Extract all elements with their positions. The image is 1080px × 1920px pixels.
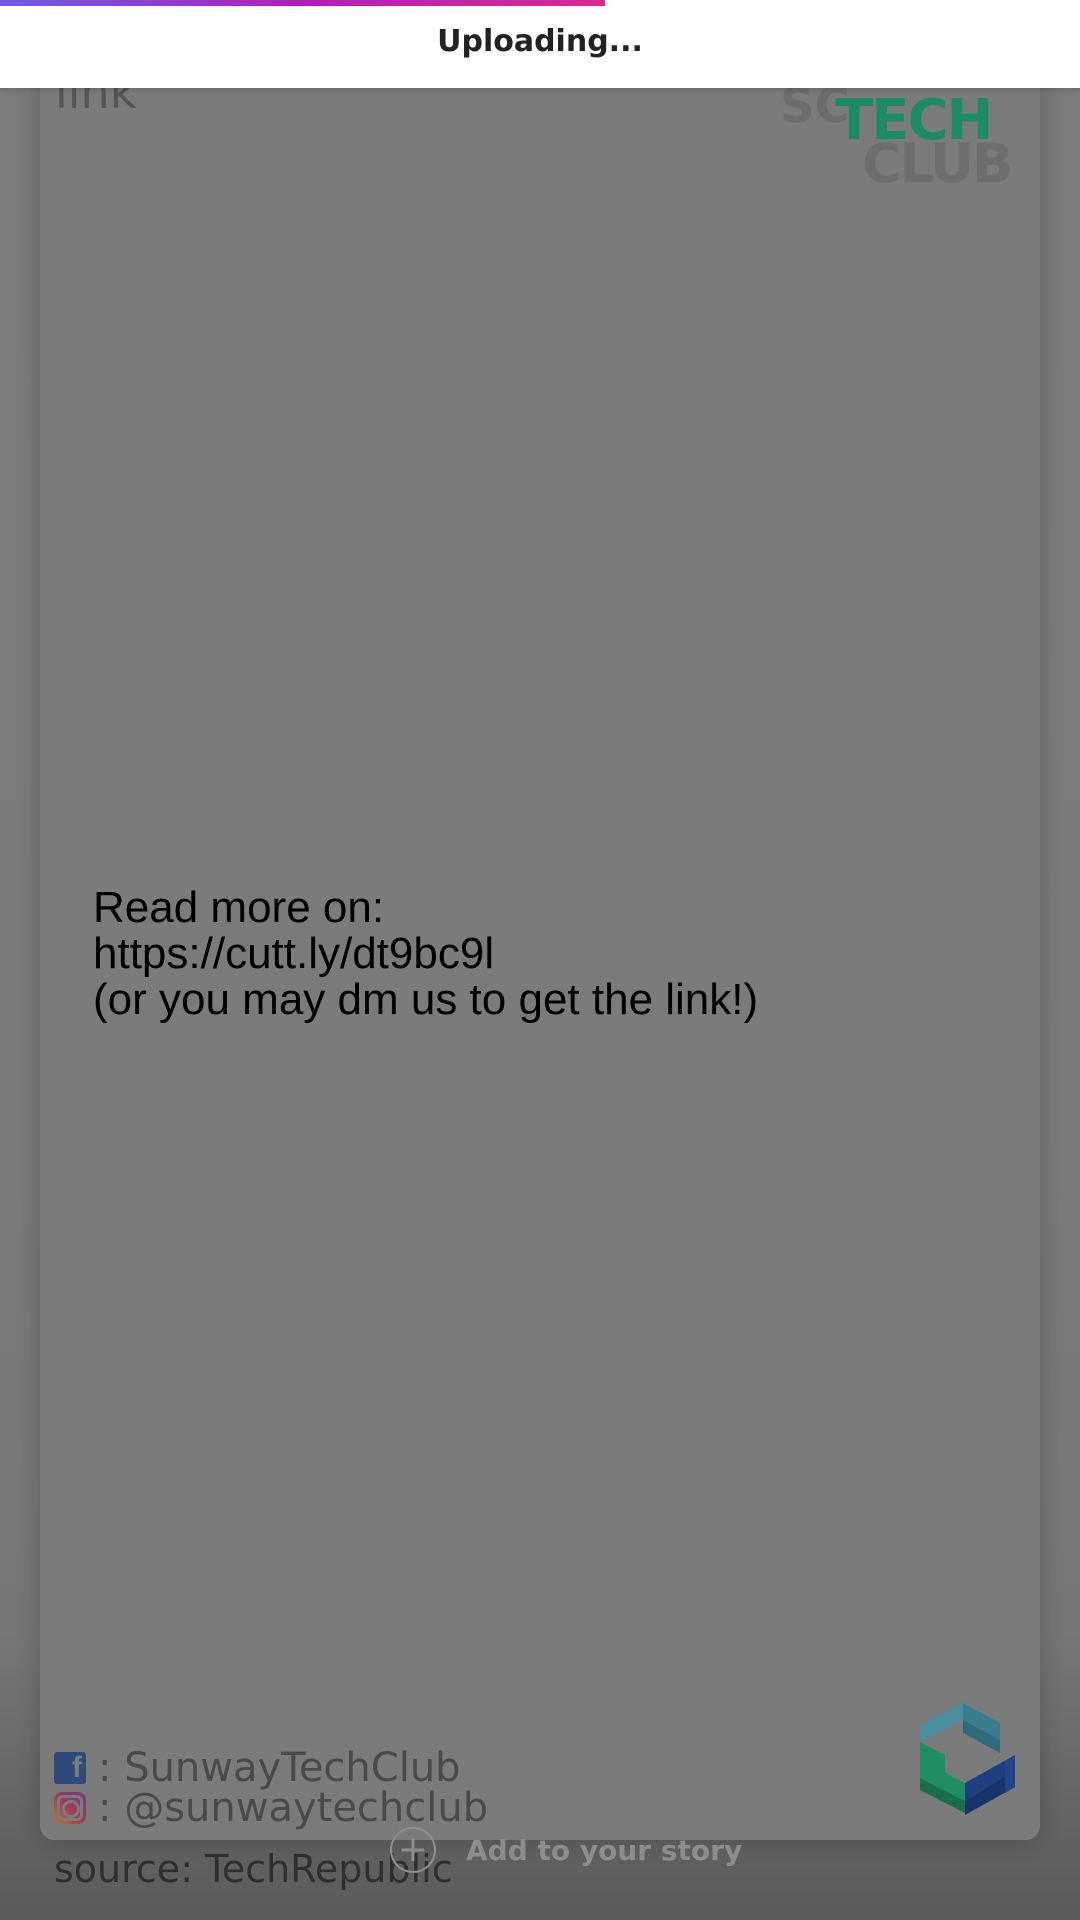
stc-cube-logo — [920, 1703, 1015, 1815]
plus-circle-icon: + — [390, 1827, 436, 1873]
facebook-row: : SunwayTechClub — [54, 1748, 488, 1788]
screen: link SC TECH CLUB Read more on: https://… — [0, 0, 1080, 1920]
facebook-handle: : SunwayTechClub — [98, 1745, 461, 1791]
upload-progress-track — [0, 0, 1080, 6]
read-more-note: (or you may dm us to get the link!) — [93, 975, 759, 1024]
read-more-block: Read more on: https://cutt.ly/dt9bc9l (o… — [93, 885, 758, 1023]
add-to-story-button[interactable]: + Add to your story — [390, 1826, 742, 1874]
instagram-row: : @sunwaytechclub — [54, 1788, 488, 1828]
facebook-icon — [54, 1748, 86, 1788]
logo-club-text: CLUB — [862, 132, 1013, 195]
read-more-link: https://cutt.ly/dt9bc9l — [93, 929, 495, 978]
instagram-icon — [54, 1792, 86, 1824]
add-to-story-label: Add to your story — [466, 1833, 743, 1867]
upload-progress-fill — [0, 0, 605, 6]
social-handles: : SunwayTechClub : @sunwaytechclub — [54, 1748, 488, 1828]
tech-club-logo: SC TECH CLUB — [780, 78, 1030, 195]
instagram-handle: : @sunwaytechclub — [98, 1785, 489, 1831]
uploading-status-text: Uploading... — [437, 24, 643, 59]
upload-status-bar: Uploading... — [0, 0, 1080, 88]
read-more-heading: Read more on: — [93, 883, 385, 932]
